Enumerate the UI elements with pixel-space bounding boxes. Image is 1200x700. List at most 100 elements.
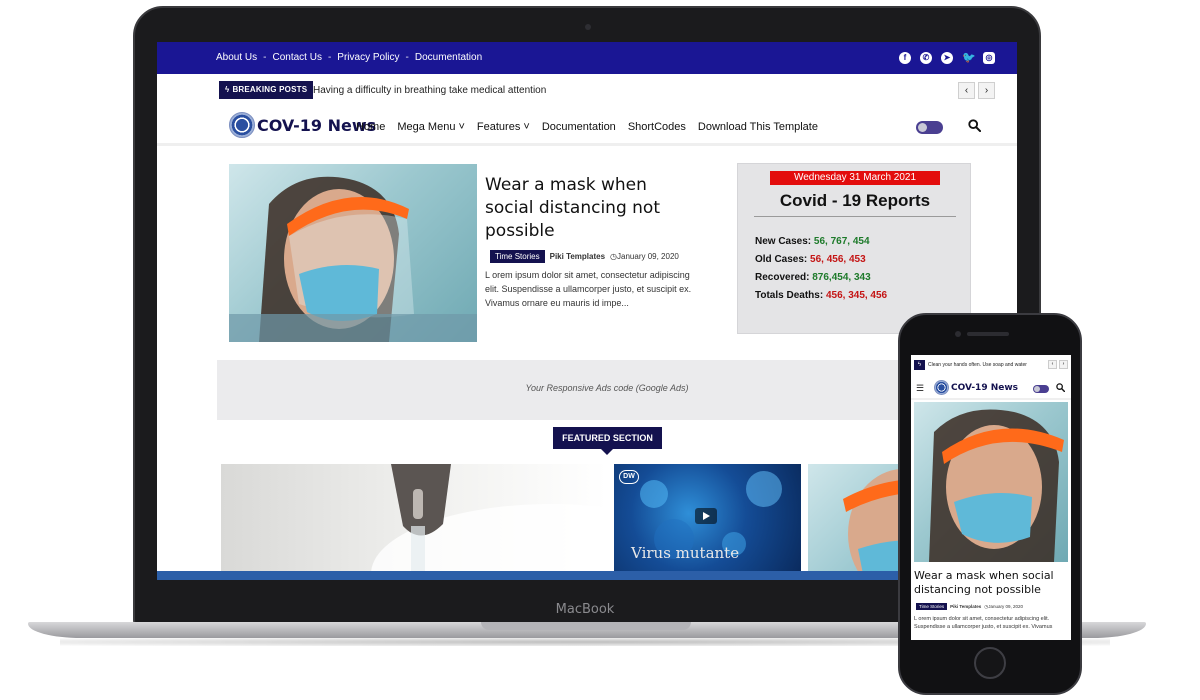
mockup-stage: MacBook About Us - Contact Us - Privacy … xyxy=(0,0,1200,700)
stat-deaths: Totals Deaths: 456, 345, 456 xyxy=(755,287,887,305)
hero-tag[interactable]: Time Stories xyxy=(490,250,545,263)
mobile-ticker[interactable]: Clean your hands often. Use soap and wat… xyxy=(928,362,1044,368)
mobile-dark-mode-toggle[interactable] xyxy=(1033,385,1049,393)
featured-card-handwash[interactable] xyxy=(221,464,607,574)
dark-mode-toggle[interactable] xyxy=(916,121,943,134)
laptop-camera xyxy=(585,24,591,30)
logo-globe-icon[interactable] xyxy=(934,380,949,395)
ads-text: Your Responsive Ads code (Google Ads) xyxy=(525,383,689,393)
menu-mega-menu[interactable]: Mega Menu ˅ xyxy=(397,121,465,133)
breaking-bar: ϟ BREAKING POSTS Having a difficulty in b… xyxy=(157,74,1017,108)
breaking-badge: ϟ BREAKING POSTS xyxy=(219,81,314,99)
report-divider xyxy=(754,216,956,217)
mobile-hero-author[interactable]: Piki Templates xyxy=(950,604,981,609)
hero-date: ◷January 09, 2020 xyxy=(610,252,679,261)
mobile-hero-date: ◷January 09, 2020 xyxy=(984,603,1023,609)
mobile-header: ☰ COV-19 News xyxy=(911,376,1071,400)
featured-heading-arrow xyxy=(601,449,613,455)
twitter-icon[interactable]: 🐦 xyxy=(962,52,976,64)
top-links: About Us - Contact Us - Privacy Policy -… xyxy=(216,52,482,63)
mobile-breaking-bar: ϟ Clean your hands often. Use soap and w… xyxy=(911,355,1071,375)
toggle-knob xyxy=(918,123,927,132)
covid-report-widget: Wednesday 31 March 2021 Covid - 19 Repor… xyxy=(737,163,971,334)
stat-value: 456, 345, 456 xyxy=(825,290,888,301)
phone-speaker xyxy=(967,332,1009,336)
mobile-site: ϟ Clean your hands often. Use soap and w… xyxy=(911,355,1071,640)
top-link-separator: - xyxy=(327,52,332,63)
social-icons: f ✆ ➤ 🐦 ◎ xyxy=(899,52,995,64)
phone-camera xyxy=(955,331,961,337)
toggle-knob xyxy=(1034,386,1040,392)
bolt-icon: ϟ xyxy=(225,85,230,94)
stat-value: 876,454, 343 xyxy=(812,272,871,283)
mobile-hero-image[interactable] xyxy=(914,402,1068,562)
desktop-site: About Us - Contact Us - Privacy Policy -… xyxy=(157,42,1017,580)
mobile-hero-title[interactable]: Wear a mask when social distancing not p… xyxy=(914,569,1068,597)
featured-section-heading: FEATURED SECTION xyxy=(553,427,662,449)
stat-label: Totals Deaths: xyxy=(755,290,824,301)
stat-value: 56, 767, 454 xyxy=(813,236,870,247)
hero-title[interactable]: Wear a mask when social distancing not p… xyxy=(485,174,695,243)
masked-man-illustration xyxy=(929,409,1064,562)
top-link-privacy[interactable]: Privacy Policy xyxy=(337,52,399,63)
mobile-ticker-next-button[interactable]: › xyxy=(1059,360,1068,369)
phone-home-button[interactable] xyxy=(974,647,1006,679)
main-menu: Home Mega Menu ˅ Features ˅ Documentatio… xyxy=(356,121,818,133)
mobile-hero-tag[interactable]: Time Stories xyxy=(916,603,948,610)
logo-globe-icon[interactable] xyxy=(229,112,255,138)
mobile-hero-excerpt: L orem ipsum dolor sit amet, consectetur… xyxy=(914,616,1053,630)
menu-home[interactable]: Home xyxy=(356,121,385,133)
stat-label: New Cases: xyxy=(755,236,812,247)
hero-image[interactable] xyxy=(229,164,477,342)
breaking-ticker[interactable]: Having a difficulty in breathing take me… xyxy=(313,85,546,96)
bottom-strip xyxy=(157,571,1017,580)
report-stats: New Cases: 56, 767, 454 Old Cases: 56, 4… xyxy=(755,233,887,305)
bolt-icon: ϟ xyxy=(914,360,925,370)
mobile-site-logo[interactable]: COV-19 News xyxy=(951,383,1018,393)
top-link-separator: - xyxy=(405,52,409,63)
telegram-icon[interactable]: ➤ xyxy=(941,52,953,64)
search-icon[interactable] xyxy=(968,119,981,132)
faucet-illustration xyxy=(371,464,607,574)
stat-value: 56, 456, 453 xyxy=(810,254,866,265)
stat-old-cases: Old Cases: 56, 456, 453 xyxy=(755,251,887,269)
play-icon[interactable] xyxy=(695,508,717,524)
ticker-prev-button[interactable]: ‹ xyxy=(958,82,975,99)
hero-meta: Time Stories Piki Templates ◷January 09,… xyxy=(490,250,679,263)
mobile-ticker-prev-button[interactable]: ‹ xyxy=(1048,360,1057,369)
hamburger-menu-icon[interactable]: ☰ xyxy=(916,383,924,394)
search-icon[interactable] xyxy=(1056,383,1065,392)
whatsapp-icon[interactable]: ✆ xyxy=(920,52,932,64)
menu-download[interactable]: Download This Template xyxy=(698,121,818,133)
breaking-badge-label: BREAKING POSTS xyxy=(232,85,308,94)
menu-documentation[interactable]: Documentation xyxy=(542,121,616,133)
site-header: COV-19 News Home Mega Menu ˅ Features ˅ … xyxy=(157,108,1017,146)
video-caption: Virus mutante xyxy=(631,544,740,562)
laptop-brand-label: MacBook xyxy=(555,602,615,617)
report-title: Covid - 19 Reports xyxy=(779,191,931,210)
featured-card-video[interactable]: DW Virus mutante xyxy=(614,464,801,574)
report-date: Wednesday 31 March 2021 xyxy=(770,171,940,185)
instagram-icon[interactable]: ◎ xyxy=(983,52,995,64)
menu-shortcodes[interactable]: ShortCodes xyxy=(628,121,686,133)
ticker-nav: ‹ › xyxy=(958,82,995,99)
stat-label: Recovered: xyxy=(755,272,810,283)
mobile-hero-meta: Time Stories Piki Templates ◷January 09,… xyxy=(916,603,1023,610)
top-link-about[interactable]: About Us xyxy=(216,52,257,63)
masked-man-illustration xyxy=(229,176,477,342)
menu-features[interactable]: Features ˅ xyxy=(477,121,530,133)
stat-recovered: Recovered: 876,454, 343 xyxy=(755,269,887,287)
stat-new-cases: New Cases: 56, 767, 454 xyxy=(755,233,887,251)
top-link-separator: - xyxy=(263,52,267,63)
ticker-next-button[interactable]: › xyxy=(978,82,995,99)
facebook-icon[interactable]: f xyxy=(899,52,911,64)
stat-label: Old Cases: xyxy=(755,254,808,265)
ads-placeholder: Your Responsive Ads code (Google Ads) xyxy=(217,360,961,420)
laptop-base-notch xyxy=(481,622,691,630)
top-link-documentation[interactable]: Documentation xyxy=(415,52,482,63)
top-link-contact[interactable]: Contact Us xyxy=(272,52,321,63)
hero-excerpt: L orem ipsum dolor sit amet, consectetur… xyxy=(485,270,692,308)
top-bar: About Us - Contact Us - Privacy Policy -… xyxy=(157,42,1017,74)
hero-author[interactable]: Piki Templates xyxy=(550,252,605,261)
dw-logo: DW xyxy=(619,470,639,484)
